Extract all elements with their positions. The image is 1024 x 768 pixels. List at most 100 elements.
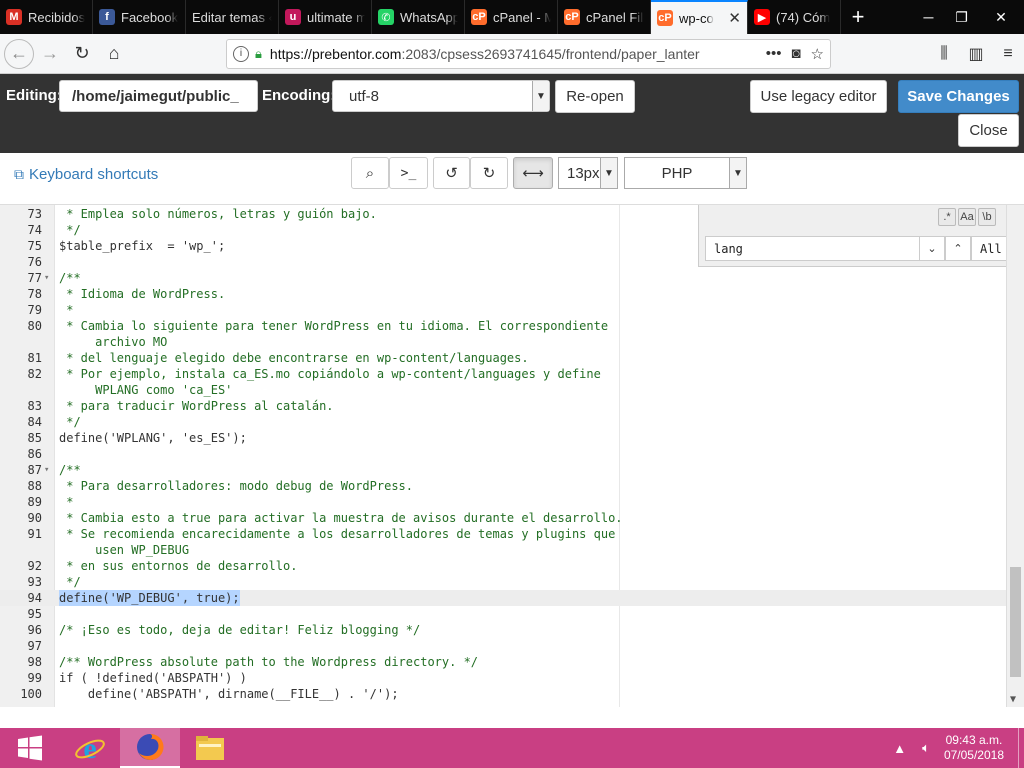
font-size-select[interactable]: 13px ▼ — [558, 157, 618, 189]
code-line[interactable]: 86 — [0, 446, 1006, 462]
browser-tab-5[interactable]: cP cPanel - M — [465, 0, 558, 34]
fold-toggle-icon[interactable]: ▾ — [44, 462, 49, 478]
browser-tab-label: (74) Cóm — [776, 9, 831, 25]
code-line[interactable]: 87 ▾ /** — [0, 462, 1006, 478]
code-line[interactable]: 77 ▾ /** — [0, 270, 1006, 286]
case-sensitive-toggle[interactable]: Aa — [958, 208, 976, 226]
save-changes-button[interactable]: Save Changes — [898, 80, 1019, 113]
info-icon[interactable]: i — [233, 45, 249, 62]
sidebar-icon[interactable]: ▥ — [960, 38, 992, 70]
tray-expand-icon[interactable]: ▲ — [893, 741, 906, 756]
file-path-field[interactable]: /home/jaimegut/public_ — [59, 80, 258, 112]
browser-tab-2[interactable]: Editar temas ‹ — [186, 0, 279, 34]
wrap-toggle-button[interactable]: ⟷ — [513, 157, 553, 189]
url-text[interactable]: https://prebentor.com:2083/cpsess2693741… — [270, 46, 756, 62]
code-text: * Para desarrolladores: modo debug de Wo… — [59, 479, 414, 493]
fold-toggle-icon[interactable]: ▾ — [44, 270, 49, 286]
forward-icon[interactable]: → — [34, 38, 66, 70]
code-editor[interactable]: 73 * Emplea solo números, letras y guión… — [0, 205, 1024, 707]
code-line[interactable]: 91 * Se recomienda encarecidamente a los… — [0, 526, 1006, 542]
library-icon[interactable]: ⫼ — [928, 38, 960, 70]
new-tab-button[interactable]: + — [841, 0, 875, 34]
code-line[interactable]: WPLANG como 'ca_ES' — [0, 382, 1006, 398]
code-line[interactable]: 89 * — [0, 494, 1006, 510]
code-line[interactable]: 100 define('ABSPATH', dirname(__FILE__) … — [0, 686, 1006, 702]
home-icon[interactable]: ⌂ — [98, 38, 130, 70]
find-next-button[interactable]: ⌄ — [919, 236, 945, 261]
code-line[interactable]: 78 * Idioma de WordPress. — [0, 286, 1006, 302]
code-line[interactable]: 94 define('WP_DEBUG', true); — [0, 590, 1006, 606]
code-text: * para traducir WordPress al catalán. — [59, 399, 334, 413]
code-line[interactable]: 82 * Por ejemplo, instala ca_ES.mo copiá… — [0, 366, 1006, 382]
code-line[interactable]: 98 /** WordPress absolute path to the Wor… — [0, 654, 1006, 670]
code-line[interactable]: 83 * para traducir WordPress al catalán. — [0, 398, 1006, 414]
minimize-icon[interactable]: ─ — [912, 0, 945, 34]
show-desktop-button[interactable] — [1018, 728, 1024, 768]
code-line[interactable]: 92 * en sus entornos de desarrollo. — [0, 558, 1006, 574]
browser-tab-4[interactable]: ✆ WhatsApp — [372, 0, 465, 34]
page-actions-icon[interactable]: ••• — [766, 45, 782, 62]
code-line[interactable]: 90 * Cambia esto a true para activar la … — [0, 510, 1006, 526]
browser-tab-0[interactable]: M Recibidos — [0, 0, 93, 34]
menu-icon[interactable]: ≡ — [992, 38, 1024, 70]
code-line[interactable]: 79 * — [0, 302, 1006, 318]
keyboard-shortcuts-link[interactable]: ⧉ Keyboard shortcuts — [14, 166, 158, 183]
lock-icon: 🔒︎ — [255, 45, 262, 61]
maximize-icon[interactable]: ❐ — [945, 0, 978, 34]
reload-icon[interactable]: ↻ — [66, 38, 98, 70]
editor-toolbar: ⧉ Keyboard shortcuts ⌕ >_ ↺ ↻ ⟷ 13px ▼ P… — [0, 153, 1024, 205]
code-line[interactable]: usen WP_DEBUG — [0, 542, 1006, 558]
scroll-down-icon[interactable]: ▼ — [1010, 694, 1016, 705]
code-text: /** WordPress absolute path to the Wordp… — [59, 655, 479, 669]
legacy-editor-button[interactable]: Use legacy editor — [750, 80, 887, 113]
close-button[interactable]: Close — [958, 114, 1019, 147]
volume-icon[interactable]: 🔈︎ — [922, 740, 930, 756]
start-button[interactable] — [0, 728, 60, 768]
find-prev-button[interactable]: ⌃ — [945, 236, 971, 261]
reopen-button[interactable]: Re-open — [555, 80, 635, 113]
undo-button[interactable]: ↺ — [433, 157, 470, 189]
browser-tab-6[interactable]: cP cPanel File — [558, 0, 651, 34]
back-icon[interactable]: ← — [4, 38, 34, 69]
code-line[interactable]: 88 * Para desarrolladores: modo debug de… — [0, 478, 1006, 494]
code-line[interactable]: 81 * del lenguaje elegido debe encontrar… — [0, 350, 1006, 366]
pocket-icon[interactable]: ◙ — [791, 45, 800, 62]
language-mode-select[interactable]: PHP ▼ — [624, 157, 747, 189]
redo-button[interactable]: ↻ — [470, 157, 508, 189]
code-line[interactable]: 97 — [0, 638, 1006, 654]
code-line[interactable]: 93 */ — [0, 574, 1006, 590]
ie-taskbar-button[interactable]: e — [60, 728, 120, 768]
external-link-icon: ⧉ — [14, 166, 24, 182]
browser-tab-3[interactable]: u ultimate m — [279, 0, 372, 34]
search-button[interactable]: ⌕ — [351, 157, 389, 189]
code-line[interactable]: 96 /* ¡Eso es todo, deja de editar! Feliz… — [0, 622, 1006, 638]
vertical-scrollbar[interactable]: ▼ — [1006, 205, 1024, 707]
address-bar[interactable]: i 🔒︎ https://prebentor.com:2083/cpsess26… — [226, 38, 831, 69]
code-line[interactable]: 84 */ — [0, 414, 1006, 430]
browser-tab-1[interactable]: f Facebook — [93, 0, 186, 34]
line-number: 88 — [27, 479, 42, 493]
window-close-icon[interactable]: ✕ — [978, 0, 1024, 34]
file-explorer-taskbar-button[interactable] — [180, 728, 240, 768]
clock[interactable]: 09:43 a.m. 07/05/2018 — [944, 733, 1004, 763]
bookmark-star-icon[interactable]: ☆ — [811, 45, 824, 63]
encoding-select[interactable]: utf-8 ▼ — [332, 80, 550, 112]
code-line[interactable]: archivo MO — [0, 334, 1006, 350]
regex-toggle[interactable]: .* — [938, 208, 956, 226]
browser-tab-8[interactable]: ▶ (74) Cóm — [748, 0, 841, 34]
code-text: define('WPLANG', 'es_ES'); — [59, 431, 247, 445]
line-number: 82 — [27, 367, 42, 381]
code-line[interactable]: 80 * Cambia lo siguiente para tener Word… — [0, 318, 1006, 334]
language-mode-value: PHP — [661, 164, 693, 182]
code-line[interactable]: 99 if ( !defined('ABSPATH') ) — [0, 670, 1006, 686]
goto-line-button[interactable]: >_ — [389, 157, 428, 189]
scroll-thumb[interactable] — [1010, 567, 1021, 677]
whole-word-toggle[interactable]: \b — [978, 208, 996, 226]
code-text: * Emplea solo números, letras y guión ba… — [59, 207, 377, 221]
search-input[interactable]: lang — [705, 236, 945, 261]
tab-close-icon[interactable]: ✕ — [728, 9, 741, 27]
firefox-taskbar-button[interactable] — [120, 728, 180, 768]
code-line[interactable]: 95 — [0, 606, 1006, 622]
browser-tab-7[interactable]: cP wp-co ✕ — [651, 0, 748, 34]
code-line[interactable]: 85 define('WPLANG', 'es_ES'); — [0, 430, 1006, 446]
